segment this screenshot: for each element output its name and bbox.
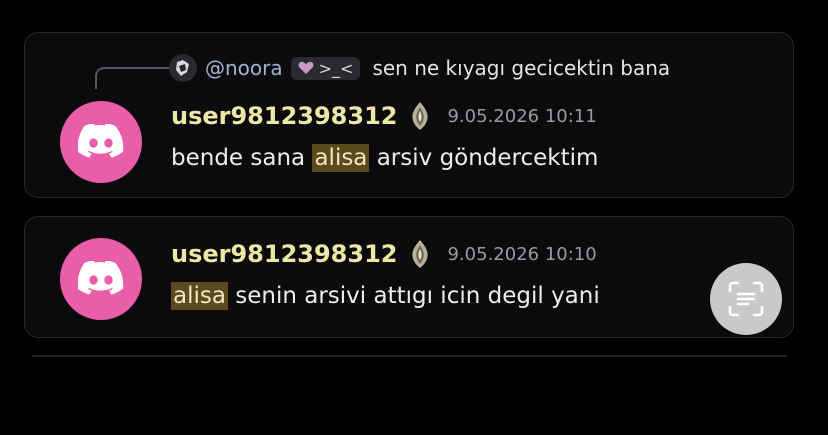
divider xyxy=(32,355,787,357)
message-text-after: arsiv göndercektim xyxy=(369,145,599,171)
message-text[interactable]: alisa senin arsivi attıgı icin degil yan… xyxy=(171,282,600,310)
visual-lookup-button[interactable] xyxy=(710,263,782,335)
timestamp[interactable]: 9.05.2026 10:11 xyxy=(447,106,596,127)
discord-logo-icon xyxy=(78,261,124,295)
avatar[interactable] xyxy=(60,238,142,320)
reply-preview[interactable]: @noora >_< sen ne kıyagı gecicektin bana xyxy=(169,53,670,83)
reply-avatar[interactable] xyxy=(169,54,197,82)
search-highlight: alisa xyxy=(171,282,228,310)
message-text[interactable]: bende sana alisa arsiv göndercektim xyxy=(171,144,599,172)
leaf-badge-icon[interactable] xyxy=(407,101,433,131)
search-highlight: alisa xyxy=(312,144,370,172)
reply-tag[interactable]: >_< xyxy=(290,56,361,80)
message-card[interactable]: user9812398312 9.05.2026 10:10 alisa sen… xyxy=(24,216,794,338)
visual-lookup-icon xyxy=(728,281,764,317)
reply-connector xyxy=(95,67,177,89)
discord-logo-icon xyxy=(78,124,124,158)
message-card[interactable]: @noora >_< sen ne kıyagı gecicektin bana… xyxy=(24,32,794,198)
message-header: user9812398312 9.05.2026 10:10 xyxy=(171,239,597,269)
heart-icon xyxy=(298,61,314,74)
username[interactable]: user9812398312 xyxy=(171,102,397,130)
username[interactable]: user9812398312 xyxy=(171,240,397,268)
message-text-after: senin arsivi attıgı icin degil yani xyxy=(227,283,600,309)
timestamp[interactable]: 9.05.2026 10:10 xyxy=(447,244,596,265)
reply-username[interactable]: @noora xyxy=(205,56,283,80)
leaf-badge-icon[interactable] xyxy=(407,239,433,269)
reply-avatar-icon xyxy=(176,60,189,76)
avatar[interactable] xyxy=(60,101,142,183)
message-text-before: bende sana xyxy=(171,145,313,171)
message-header: user9812398312 9.05.2026 10:11 xyxy=(171,101,597,131)
reply-tag-text: >_< xyxy=(318,58,354,78)
reply-text[interactable]: sen ne kıyagı gecicektin bana xyxy=(372,56,670,80)
